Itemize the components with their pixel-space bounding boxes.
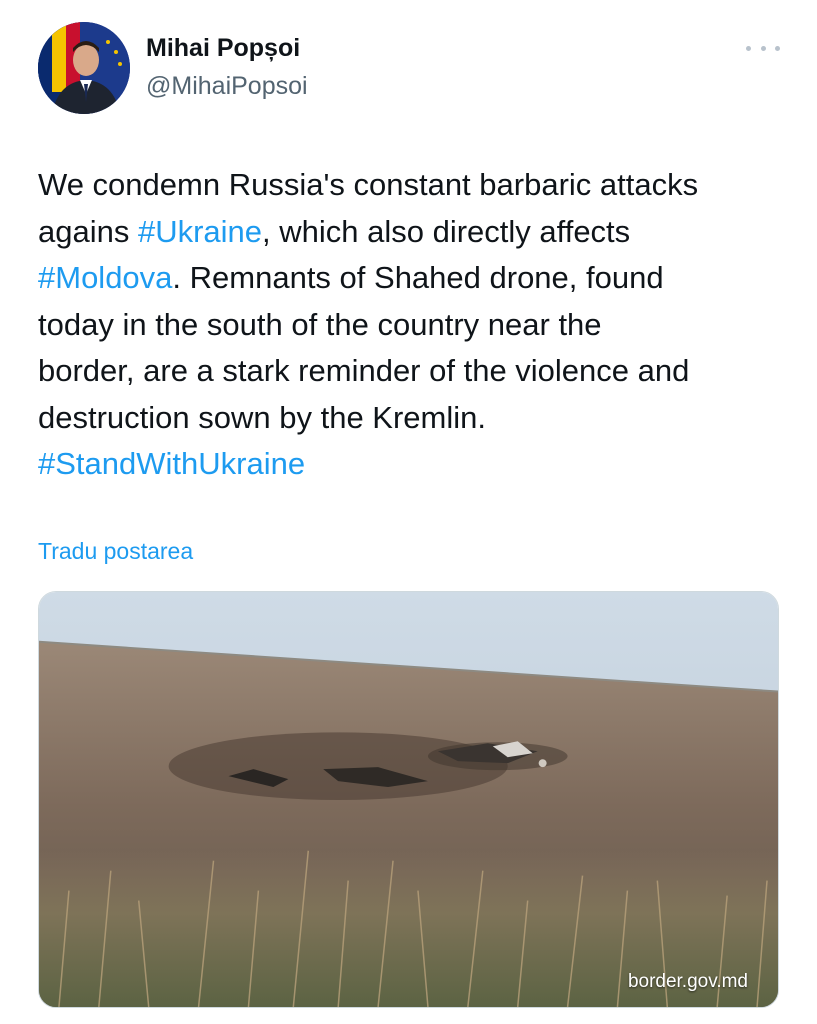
post-text-line: #Moldova. Remnants of Shahed drone, foun… [38, 255, 798, 302]
handle[interactable]: @MihaiPopsoi [146, 72, 308, 101]
post-text: We condemn Russia's constant barbaric at… [38, 162, 798, 488]
post-text-segment: . Remnants of Shahed drone, found [172, 260, 664, 295]
post-text-segment: We condemn Russia's constant barbaric at… [38, 167, 699, 202]
post-text-line: destruction sown by the Kremlin. [38, 395, 798, 442]
more-options-button[interactable] [746, 38, 780, 58]
post-text-segment: , which also directly affects [262, 213, 631, 249]
post-text-segment: today in the south of the country near t… [38, 306, 602, 342]
hashtag-link[interactable]: #Moldova [38, 260, 172, 295]
hashtag-link[interactable]: #Ukraine [138, 214, 262, 249]
translate-post-link[interactable]: Tradu postarea [38, 538, 193, 565]
image-watermark: border.gov.md [627, 971, 748, 992]
post-text-line: We condemn Russia's constant barbaric at… [38, 162, 798, 209]
avatar[interactable] [38, 22, 130, 114]
post-text-line: today in the south of the country near t… [38, 302, 798, 349]
ellipsis-icon [746, 45, 751, 51]
post-text-line: agains #Ukraine, which also directly aff… [38, 209, 798, 256]
drone-debris-photo [39, 592, 778, 1007]
post-text-line: #StandWithUkraine [38, 441, 798, 488]
hashtag-link[interactable]: #StandWithUkraine [38, 446, 305, 481]
ellipsis-icon [760, 45, 766, 51]
post-text-segment: border, are a stark reminder of the viol… [38, 353, 690, 388]
ellipsis-icon [775, 45, 780, 51]
display-name[interactable]: Mihai Popșoi [146, 34, 300, 63]
post-text-segment: destruction sown by the Kremlin. [38, 399, 486, 435]
profile-photo-icon [38, 22, 130, 114]
post-text-line: border, are a stark reminder of the viol… [38, 348, 798, 395]
post-image[interactable]: border.gov.md [38, 591, 779, 1008]
tweet: Mihai Popșoi @MihaiPopsoi We condemn Rus… [0, 0, 817, 1024]
post-text-segment: agains [38, 213, 138, 249]
